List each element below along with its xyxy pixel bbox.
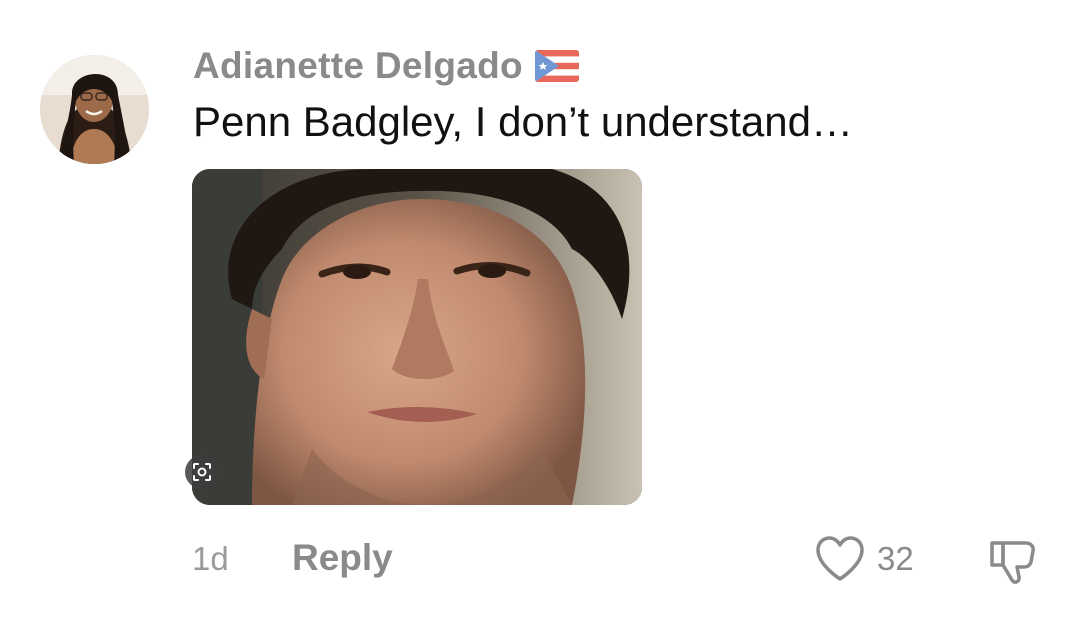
timestamp: 1d [192, 540, 229, 577]
comment-image[interactable] [192, 169, 642, 505]
comment-footer: 1d Reply 32 [0, 530, 1080, 588]
visual-search-icon[interactable] [185, 455, 219, 489]
comment-text: Penn Badgley, I don’t understand… [193, 98, 854, 145]
username[interactable]: Adianette Delgado [193, 45, 523, 87]
reply-button[interactable]: Reply [292, 537, 393, 579]
comment-header: Adianette Delgado [193, 44, 579, 88]
heart-icon[interactable] [814, 534, 866, 584]
like-count: 32 [877, 540, 914, 577]
puerto-rico-flag-icon [534, 50, 579, 82]
thumbs-down-icon[interactable] [986, 533, 1040, 587]
avatar[interactable] [40, 55, 149, 164]
